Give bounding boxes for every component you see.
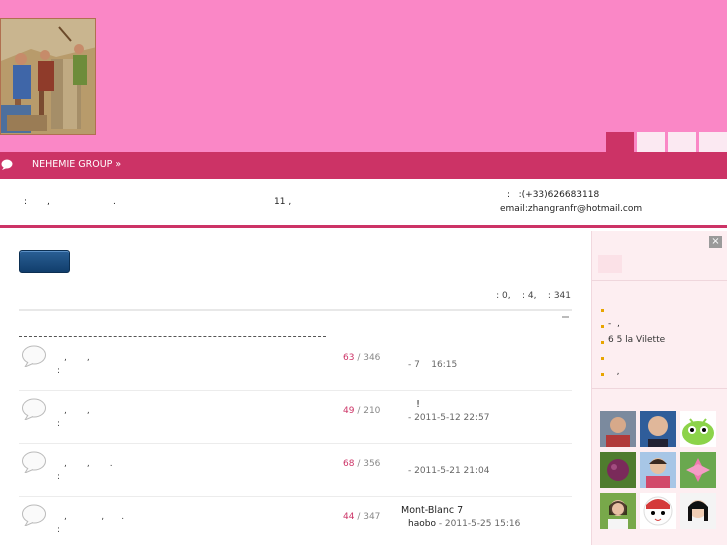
thread-row[interactable]: , , : 49 / 210 ! - 2011-5-12 22:57 — [19, 391, 572, 444]
thread-subject[interactable]: , , — [64, 353, 90, 363]
member-avatar[interactable] — [680, 411, 716, 447]
sidebar-title-placeholder — [598, 255, 622, 273]
thread-bubble-icon — [21, 451, 47, 476]
member-avatar[interactable] — [680, 493, 716, 529]
view-count: 347 — [363, 512, 381, 522]
last-post-info: - 2011-5-12 22:57 — [408, 413, 489, 423]
last-post-time: - 7 16:15 — [408, 360, 458, 370]
sidebar: × - , 6 5 la Vilette , — [591, 231, 727, 545]
address-dot: . — [113, 197, 116, 207]
view-count: 346 — [363, 353, 381, 363]
thread-subject[interactable]: , , — [64, 406, 90, 416]
menu-bar: NEHEMIE GROUP » — [0, 152, 727, 179]
nav-tab-3[interactable] — [668, 132, 696, 152]
thread-row[interactable]: , , . : 44 / 347 Mont-Blanc 7 haobo - 20… — [19, 497, 572, 545]
address-colon: : — [24, 197, 28, 207]
member-avatar[interactable] — [680, 452, 716, 488]
last-post-user[interactable]: haobo — [408, 519, 436, 529]
last-post-time: - 2011-5-21 21:04 — [408, 466, 490, 476]
sidebar-item[interactable]: , — [601, 367, 665, 383]
thread-counts: 44 / 347 — [343, 512, 381, 522]
thread-meta: : — [57, 366, 61, 376]
close-icon[interactable]: × — [709, 236, 722, 248]
member-avatar[interactable] — [640, 411, 676, 447]
last-post-info: - 2011-5-21 21:04 — [408, 466, 489, 476]
last-post-title[interactable]: Mont-Blanc 7 — [401, 505, 463, 516]
member-avatar[interactable] — [640, 493, 676, 529]
collapse-icon[interactable] — [562, 316, 569, 318]
last-post-time: - 2011-5-12 22:57 — [408, 413, 490, 423]
member-avatar[interactable] — [640, 452, 676, 488]
thread-counts: 49 / 210 — [343, 406, 381, 416]
thread-meta: : — [57, 472, 61, 482]
nav-tab-2[interactable] — [637, 132, 665, 152]
divider — [19, 309, 572, 311]
chat-bubble-icon — [1, 159, 13, 173]
header — [0, 0, 727, 152]
sidebar-item[interactable]: 6 5 la Vilette — [601, 335, 665, 351]
thread-bubble-icon — [21, 398, 47, 423]
view-count: 210 — [363, 406, 381, 416]
forum-main: : 0, : 4, : 341 , , : 63 / 346 - 7 16:15… — [0, 231, 591, 545]
reply-count: 68 — [343, 459, 355, 469]
nav-tab-1[interactable] — [606, 132, 634, 152]
reply-count: 44 — [343, 512, 355, 522]
thread-row[interactable]: , , : 63 / 346 - 7 16:15 — [19, 338, 572, 391]
last-post-time: - 2011-5-25 15:16 — [435, 519, 521, 529]
member-avatar[interactable] — [600, 452, 636, 488]
last-post-title[interactable]: ! — [401, 399, 420, 410]
sidebar-item[interactable]: - , — [601, 319, 665, 335]
nav-tab-4[interactable] — [699, 132, 727, 152]
group-link[interactable]: NEHEMIE GROUP » — [32, 159, 121, 170]
sidebar-divider — [592, 280, 727, 281]
address-comma: , — [47, 197, 50, 207]
forum-stats: : 0, : 4, : 341 — [496, 291, 571, 301]
thread-bubble-icon — [21, 345, 47, 370]
thread-subject[interactable]: , , . — [64, 512, 124, 522]
last-post-info: - 7 16:15 — [408, 360, 457, 370]
thread-meta: : — [57, 419, 61, 429]
sidebar-list: - , 6 5 la Vilette , — [601, 303, 665, 383]
reply-count: 49 — [343, 406, 355, 416]
sidebar-item[interactable] — [601, 351, 665, 367]
thread-subject[interactable]: , , . — [64, 459, 113, 469]
member-avatar[interactable] — [600, 411, 636, 447]
dashed-divider — [19, 336, 326, 337]
sidebar-divider — [592, 388, 727, 389]
view-count: 356 — [363, 459, 381, 469]
thread-counts: 68 / 356 — [343, 459, 381, 469]
last-post-info: haobo - 2011-5-25 15:16 — [408, 519, 520, 529]
logo-image[interactable] — [0, 18, 96, 135]
thread-meta: : — [57, 525, 61, 535]
phone-text: : :(+33)626683118 — [507, 190, 600, 200]
sidebar-item[interactable] — [601, 303, 665, 319]
address-number: 11 , — [274, 197, 292, 207]
member-avatar[interactable] — [600, 493, 636, 529]
thread-counts: 63 / 346 — [343, 353, 381, 363]
thread-row[interactable]: , , . : 68 / 356 - 2011-5-21 21:04 — [19, 444, 572, 497]
email-text: email:zhangranfr@hotmail.com — [500, 204, 643, 214]
thread-bubble-icon — [21, 504, 47, 529]
info-bar: : , . 11 , : :(+33)626683118 email:zhang… — [0, 179, 727, 228]
reply-count: 63 — [343, 353, 355, 363]
new-post-button[interactable] — [19, 250, 70, 273]
